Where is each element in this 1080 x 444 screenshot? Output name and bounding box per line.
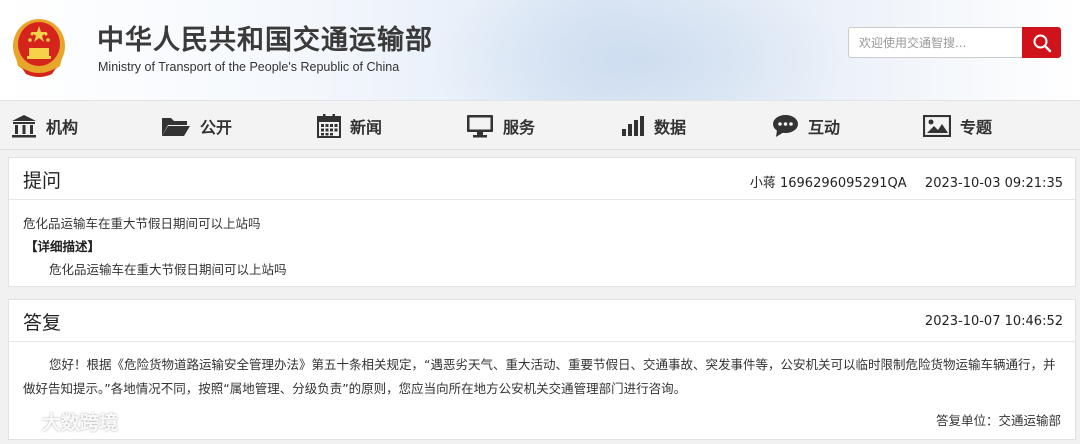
answer-unit: 答复单位：交通运输部 [935, 413, 1061, 428]
question-author: 小蒋 1696296095291QA [749, 176, 907, 191]
answer-datetime: 2023-10-07 10:46:52 [924, 314, 1063, 329]
search-button[interactable] [1022, 27, 1061, 58]
answer-header: 答复 2023-10-07 10:46:52 [9, 300, 1075, 342]
detail-label: 【详细描述】 [25, 239, 101, 254]
site-title-cn[interactable]: 中华人民共和国交通运输部 [97, 18, 433, 57]
main-nav: 机构 公开 新闻 服务 数据 互动 专题 [0, 100, 1080, 150]
nav-item-label: 数据 [654, 118, 687, 137]
nav-item-label: 公开 [200, 118, 233, 137]
question-panel: 提问 小蒋 1696296095291QA 2023-10-03 09:21:3… [8, 157, 1076, 287]
chat-bubble-icon [773, 115, 798, 137]
answer-heading: 答复 [23, 312, 62, 334]
question-heading: 提问 [23, 170, 62, 192]
nav-item-label: 互动 [808, 118, 841, 137]
building-icon [12, 115, 36, 138]
detail-text: 危化品运输车在重大节假日期间可以上站吗 [49, 262, 287, 277]
monitor-icon [467, 115, 493, 138]
nav-item-jigou[interactable]: 机构 [11, 101, 78, 151]
nav-item-xinwen[interactable]: 新闻 [317, 101, 382, 151]
nav-item-label: 新闻 [350, 118, 383, 137]
answer-panel: 答复 2023-10-07 10:46:52 您好！根据《危险货物道路运输安全管… [8, 299, 1076, 440]
nav-item-label: 服务 [503, 118, 536, 137]
watermark-text: 大数跨境 [42, 412, 119, 434]
search-input[interactable] [848, 27, 1023, 58]
question-subject: 危化品运输车在重大节假日期间可以上站吗 [23, 216, 261, 231]
question-datetime: 2023-10-03 09:21:35 [924, 176, 1063, 191]
nav-item-hudong[interactable]: 互动 [772, 101, 840, 151]
nav-item-gongkai[interactable]: 公开 [161, 101, 232, 151]
national-emblem-icon[interactable] [8, 10, 70, 80]
answer-body: 您好！根据《危险货物道路运输安全管理办法》第五十条相关规定，“遇恶劣天气、重大活… [23, 357, 1056, 396]
nav-item-label: 机构 [46, 118, 79, 137]
site-title-en: Ministry of Transport of the People's Re… [98, 60, 400, 74]
watermark-logo-icon [9, 413, 32, 431]
nav-item-zhuanti[interactable]: 专题 [923, 101, 992, 151]
nav-item-fuwu[interactable]: 服务 [466, 101, 535, 151]
image-icon [923, 115, 951, 137]
folder-icon [162, 118, 190, 136]
nav-item-label: 专题 [960, 118, 993, 137]
question-meta: 小蒋 1696296095291QA 2023-10-03 09:21:35 [750, 172, 1063, 191]
nav-item-shuju[interactable]: 数据 [621, 101, 686, 151]
bar-chart-icon [622, 116, 644, 136]
calendar-icon [317, 114, 341, 138]
site-header: 中华人民共和国交通运输部 Ministry of Transport of th… [0, 0, 1080, 100]
watermark: 大数跨境 [8, 408, 118, 435]
search-icon [1033, 34, 1051, 52]
question-header: 提问 小蒋 1696296095291QA 2023-10-03 09:21:3… [9, 158, 1075, 200]
